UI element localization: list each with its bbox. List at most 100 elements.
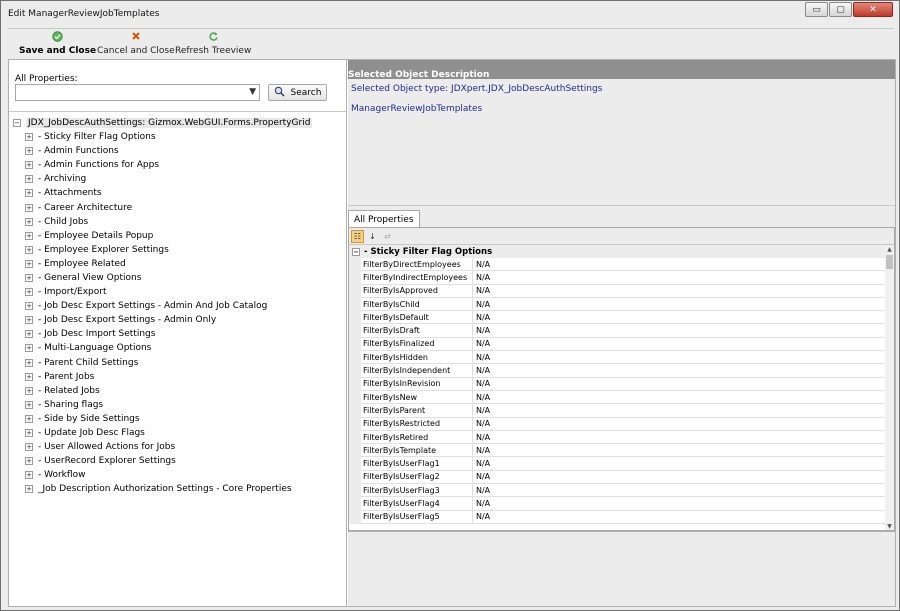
tree-item[interactable]: + - Attachments [13,186,343,200]
property-row[interactable]: FilterByDirectEmployees N/A [349,258,894,272]
vertical-scrollbar[interactable]: ▲ ▼ [885,246,894,530]
property-value[interactable]: N/A [473,271,894,285]
property-value[interactable]: N/A [473,258,894,272]
tree-item[interactable]: + - Job Desc Import Settings [13,327,343,341]
expand-icon[interactable]: + [25,231,33,240]
property-value[interactable]: N/A [473,511,894,524]
chevron-down-icon[interactable]: ▼ [249,87,256,97]
tree-item[interactable]: + - Parent Child Settings [13,356,343,370]
property-value[interactable]: N/A [473,497,894,511]
tree-item[interactable]: + - Workflow [13,468,343,482]
property-row[interactable]: FilterByIsRestricted N/A [349,417,894,431]
property-row[interactable]: FilterByIsRetired N/A [349,430,894,445]
tree-item[interactable]: + - Job Desc Export Settings - Admin Only [13,313,343,327]
property-row[interactable]: FilterByIsUserFlag1 N/A [349,457,894,471]
sort-alphabetical-icon[interactable]: ↓ [366,230,379,243]
tree-item[interactable]: + - General View Options [13,271,343,285]
save-and-close-button[interactable]: Save and Close [19,31,96,56]
search-button[interactable]: Search [268,84,327,101]
property-row[interactable]: FilterByIsUserFlag2 N/A [349,470,894,485]
property-row[interactable]: FilterByIsHidden N/A [349,351,894,365]
expand-icon[interactable]: + [25,316,33,325]
property-row[interactable]: FilterByIsUserFlag4 N/A [349,497,894,511]
collapse-icon[interactable]: − [352,247,360,256]
tree-item[interactable]: + - Child Jobs [13,215,343,229]
tree-item[interactable]: + - Employee Related [13,257,343,271]
property-value[interactable]: N/A [473,418,894,431]
tree-item[interactable]: + - Sharing flags [13,398,343,412]
category-row[interactable]: − - Sticky Filter Flag Options [349,245,894,258]
minimize-button[interactable]: ▭ [805,2,828,17]
expand-icon[interactable]: + [25,400,33,409]
tree-item[interactable]: + - Employee Explorer Settings [13,243,343,257]
expand-icon[interactable]: + [25,189,33,198]
expand-icon[interactable]: + [25,358,33,367]
expand-icon[interactable]: + [25,273,33,282]
expand-icon[interactable]: + [25,330,33,339]
collapse-icon[interactable]: − [13,119,21,127]
property-value[interactable]: N/A [473,444,894,458]
splitter[interactable] [348,205,895,206]
tree-item[interactable]: + _Job Description Authorization Settings… [13,482,343,496]
expand-icon[interactable]: + [25,217,33,226]
property-row[interactable]: FilterByIndirectEmployees N/A [349,271,894,285]
tree-item[interactable]: + - Multi-Language Options [13,341,343,355]
tree-item[interactable]: + - Employee Details Popup [13,229,343,243]
categorized-icon[interactable]: ☷ [351,229,364,243]
expand-icon[interactable]: + [25,259,33,268]
property-pages-icon[interactable]: ⇄ [381,230,394,243]
property-row[interactable]: FilterByIsFinalized N/A [349,337,894,352]
expand-icon[interactable]: + [25,344,33,353]
expand-icon[interactable]: + [25,372,33,381]
property-row[interactable]: FilterByIsDraft N/A [349,324,894,338]
scroll-thumb[interactable] [886,255,893,269]
tree-item[interactable]: + - Update Job Desc Flags [13,426,343,440]
tree-item[interactable]: + - Sticky Filter Flag Options [13,130,343,144]
tab-all-properties[interactable]: All Properties [348,210,420,228]
property-value[interactable]: N/A [473,324,894,338]
property-row[interactable]: FilterByIsChild N/A [349,297,894,312]
expand-icon[interactable]: + [25,457,33,466]
property-value[interactable]: N/A [473,338,894,352]
property-value[interactable]: N/A [473,311,894,325]
property-value[interactable]: N/A [473,378,894,391]
property-value[interactable]: N/A [473,351,894,365]
expand-icon[interactable]: + [25,414,33,423]
property-value[interactable]: N/A [473,298,894,312]
tree-item[interactable]: + - Side by Side Settings [13,412,343,426]
property-row[interactable]: FilterByIsNew N/A [349,390,894,405]
expand-icon[interactable]: + [25,471,33,480]
scroll-up-icon[interactable]: ▲ [885,246,894,253]
scroll-down-icon[interactable]: ▼ [885,523,894,530]
tree-root[interactable]: − JDX_JobDescAuthSettings: Gizmox.WebGUI… [13,116,343,130]
property-value[interactable]: N/A [473,484,894,498]
property-row[interactable]: FilterByIsParent N/A [349,404,894,418]
expand-icon[interactable]: + [25,133,33,142]
property-row[interactable]: FilterByIsTemplate N/A [349,444,894,458]
property-row[interactable]: FilterByIsIndependent N/A [349,364,894,378]
expand-icon[interactable]: + [25,147,33,156]
tree-item[interactable]: + - UserRecord Explorer Settings [13,454,343,468]
property-value[interactable]: N/A [473,471,894,485]
expand-icon[interactable]: + [25,443,33,452]
tree-item[interactable]: + - Career Architecture [13,200,343,214]
refresh-treeview-button[interactable]: Refresh Treeview [175,31,251,56]
tree-item[interactable]: + - Job Desc Export Settings - Admin And … [13,299,343,313]
tree-item[interactable]: + - User Allowed Actions for Jobs [13,440,343,454]
all-properties-combo[interactable]: ▼ [15,84,260,101]
cancel-and-close-button[interactable]: Cancel and Close [97,31,175,56]
property-value[interactable]: N/A [473,364,894,378]
expand-icon[interactable]: + [25,161,33,170]
property-row[interactable]: FilterByIsInRevision N/A [349,377,894,391]
maximize-button[interactable]: ▢ [829,2,852,17]
property-value[interactable]: N/A [473,391,894,405]
expand-icon[interactable]: + [25,175,33,184]
property-value[interactable]: N/A [473,404,894,418]
property-row[interactable]: FilterByIsUserFlag5 N/A [349,510,894,524]
expand-icon[interactable]: + [25,302,33,311]
close-button[interactable]: ✕ [853,2,893,17]
tree-item[interactable]: + - Archiving [13,172,343,186]
tree-item[interactable]: + - Admin Functions for Apps [13,158,343,172]
property-row[interactable]: FilterByIsUserFlag3 N/A [349,484,894,498]
property-row[interactable]: FilterByIsApproved N/A [349,284,894,298]
